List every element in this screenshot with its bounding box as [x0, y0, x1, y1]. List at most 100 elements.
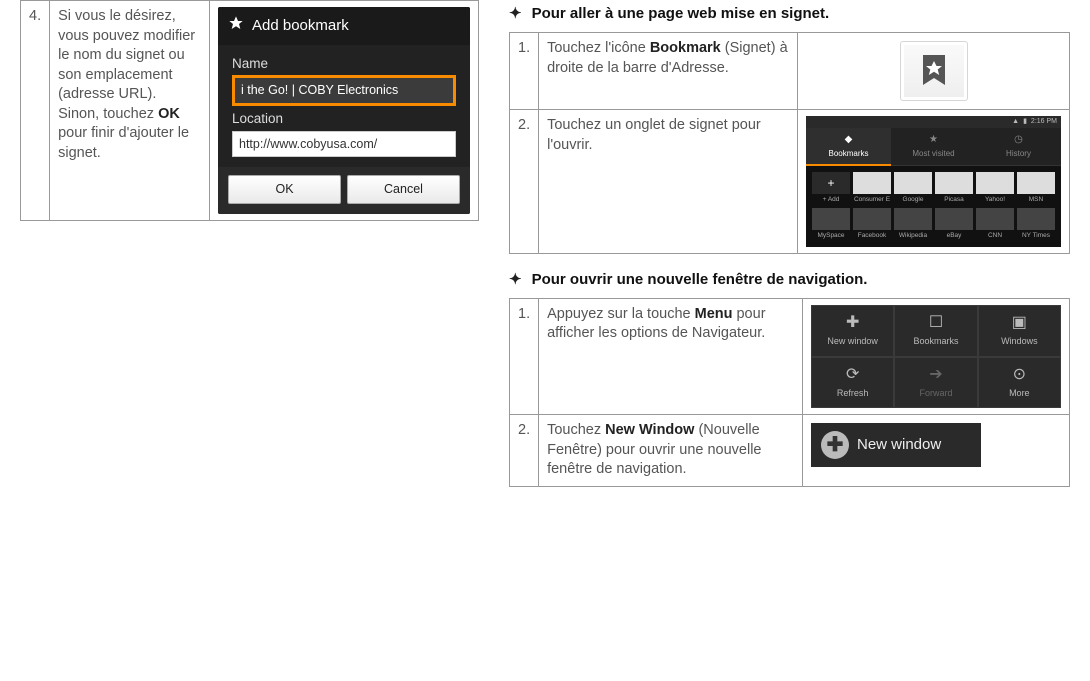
- tab-bookmarks[interactable]: ◆Bookmarks: [806, 128, 891, 166]
- bookmark-label: + Add: [823, 196, 840, 203]
- name-label: Name: [232, 55, 456, 73]
- plus-circle-icon: ✚: [821, 431, 849, 459]
- bookmark-item-add[interactable]: + + Add: [812, 172, 850, 205]
- browser-options-menu: ✚ New window ☐ Bookmarks ▣ Windows ⟳Refresh…: [811, 305, 1061, 408]
- table-section-a: 1. Touchez l'icône Bookmark (Signet) à d…: [509, 32, 1070, 254]
- bookmark-item[interactable]: Yahoo!: [976, 172, 1014, 205]
- bookmark-label: eBay: [947, 232, 962, 239]
- windows-icon: ▣: [979, 312, 1060, 334]
- menu-item-bookmarks[interactable]: ☐ Bookmarks: [894, 305, 977, 357]
- text-fragment: Touchez l'icône: [547, 40, 650, 56]
- ribbon-icon: ☐: [895, 312, 976, 334]
- bookmark-item[interactable]: Consumer E: [853, 172, 891, 205]
- tab-label: Most visited: [912, 149, 954, 158]
- step-number: 4.: [21, 1, 50, 221]
- table-row: 4. Si vous le désirez, vous pouvez modif…: [21, 1, 479, 221]
- menu-label: Windows: [1001, 336, 1038, 346]
- dialog-header: Add bookmark: [218, 7, 470, 45]
- name-input[interactable]: i the Go! | COBY Electronics: [235, 78, 453, 103]
- tab-label: Bookmarks: [828, 149, 868, 158]
- text-fragment: Appuyez sur la touche: [547, 306, 695, 322]
- menu-label: New window: [827, 336, 878, 346]
- plus-icon: +: [812, 172, 850, 194]
- bookmark-item[interactable]: Facebook: [853, 208, 891, 241]
- bullet-icon: ✦: [509, 5, 522, 22]
- screenshot-cell: [798, 33, 1070, 110]
- bookmark-tile-button[interactable]: [900, 41, 968, 101]
- section-heading: ✦ Pour ouvrir une nouvelle fenêtre de nav…: [509, 270, 1070, 288]
- emphasis-bookmark: Bookmark: [650, 40, 721, 56]
- bookmark-item[interactable]: Picasa: [935, 172, 973, 205]
- bookmark-label: MSN: [1029, 196, 1043, 203]
- tab-history[interactable]: ◷History: [976, 128, 1061, 166]
- status-bar: ▲ ▮ 2:16 PM: [806, 116, 1061, 128]
- screenshot-cell: ✚ New window ☐ Bookmarks ▣ Windows ⟳Refresh…: [803, 298, 1070, 414]
- battery-icon: ▮: [1023, 117, 1027, 126]
- menu-item-windows[interactable]: ▣ Windows: [978, 305, 1061, 357]
- add-bookmark-dialog: Add bookmark Name i the Go! | COBY Elect…: [218, 7, 470, 214]
- star-icon: ★: [891, 133, 976, 147]
- star-icon: [228, 15, 244, 37]
- location-label: Location: [232, 110, 456, 128]
- screenshot-cell: ▲ ▮ 2:16 PM ◆Bookmarks ★ Most visited ◷Hi…: [798, 110, 1070, 254]
- bookmark-item[interactable]: CNN: [976, 208, 1014, 241]
- plus-circle-icon: ✚: [812, 312, 893, 334]
- table-section-b: 1. Appuyez sur la touche Menu pour affic…: [509, 298, 1070, 487]
- menu-item-forward[interactable]: ➔ Forward: [894, 357, 977, 409]
- menu-label: Refresh: [837, 388, 869, 398]
- new-window-label: New window: [857, 435, 941, 455]
- section-heading: ✦ Pour aller à une page web mise en signe…: [509, 4, 1070, 22]
- section-title-text: Pour ouvrir une nouvelle fenêtre de navi…: [532, 271, 868, 288]
- new-window-button[interactable]: ✚ New window: [811, 423, 981, 467]
- menu-label: Bookmarks: [913, 336, 958, 346]
- bookmark-item[interactable]: MySpace: [812, 208, 850, 241]
- emphasis-menu: Menu: [695, 306, 733, 322]
- step-text: Appuyez sur la touche Menu pour afficher…: [539, 298, 803, 414]
- step-number: 2.: [510, 110, 539, 254]
- name-field-highlight: i the Go! | COBY Electronics: [232, 75, 456, 106]
- bookmark-label: Picasa: [944, 196, 964, 203]
- ok-button[interactable]: OK: [228, 175, 341, 204]
- table-row: 2. Touchez New Window (Nouvelle Fenêtre)…: [510, 415, 1070, 487]
- bookmark-item[interactable]: eBay: [935, 208, 973, 241]
- step-number: 1.: [510, 298, 539, 414]
- table-row: 2. Touchez un onglet de signet pour l'ou…: [510, 110, 1070, 254]
- bookmark-star-icon: [919, 53, 949, 89]
- text-fragment: Touchez: [547, 422, 605, 438]
- bookmark-label: Google: [903, 196, 924, 203]
- bookmark-item[interactable]: Wikipedia: [894, 208, 932, 241]
- bookmark-label: NY Times: [1022, 232, 1050, 239]
- tab-most-visited[interactable]: ★ Most visited: [891, 128, 976, 166]
- bookmark-label: MySpace: [817, 232, 844, 239]
- more-icon: ⊙: [979, 364, 1060, 386]
- step-number: 2.: [510, 415, 539, 487]
- table-row: 1. Touchez l'icône Bookmark (Signet) à d…: [510, 33, 1070, 110]
- bookmarks-screen: ▲ ▮ 2:16 PM ◆Bookmarks ★ Most visited ◷Hi…: [806, 116, 1061, 247]
- cancel-button[interactable]: Cancel: [347, 175, 460, 204]
- step-text: Touchez New Window (Nouvelle Fenêtre) po…: [539, 415, 803, 487]
- location-input[interactable]: http://www.cobyusa.com/: [232, 131, 456, 158]
- emphasis-ok: OK: [158, 106, 180, 122]
- text-fragment: pour finir d'ajouter le signet.: [58, 125, 189, 161]
- menu-item-more[interactable]: ⊙ More: [978, 357, 1061, 409]
- menu-item-refresh[interactable]: ⟳Refresh: [811, 357, 894, 409]
- bookmark-label: Facebook: [858, 232, 887, 239]
- clock-icon: ◷: [976, 133, 1061, 147]
- section-title-text: Pour aller à une page web mise en signet…: [532, 5, 830, 22]
- bookmark-item[interactable]: Google: [894, 172, 932, 205]
- emphasis-new-window: New Window: [605, 422, 694, 438]
- tab-row: ◆Bookmarks ★ Most visited ◷History: [806, 128, 1061, 166]
- text-fragment: Si vous le désirez, vous pouvez modifier…: [58, 8, 195, 122]
- bookmark-item[interactable]: NY Times: [1017, 208, 1055, 241]
- step-text: Touchez l'icône Bookmark (Signet) à droi…: [539, 33, 798, 110]
- bookmark-label: CNN: [988, 232, 1002, 239]
- menu-item-new-window[interactable]: ✚ New window: [811, 305, 894, 357]
- arrow-right-icon: ➔: [895, 364, 976, 386]
- screenshot-cell: Add bookmark Name i the Go! | COBY Elect…: [210, 1, 479, 221]
- bookmarks-grid: + + Add Consumer E Google Picasa Yahoo! M…: [806, 166, 1061, 247]
- menu-label: Forward: [919, 388, 952, 398]
- screenshot-cell: ✚ New window: [803, 415, 1070, 487]
- bookmark-item[interactable]: MSN: [1017, 172, 1055, 205]
- menu-label: More: [1009, 388, 1030, 398]
- bullet-icon: ✦: [509, 271, 522, 288]
